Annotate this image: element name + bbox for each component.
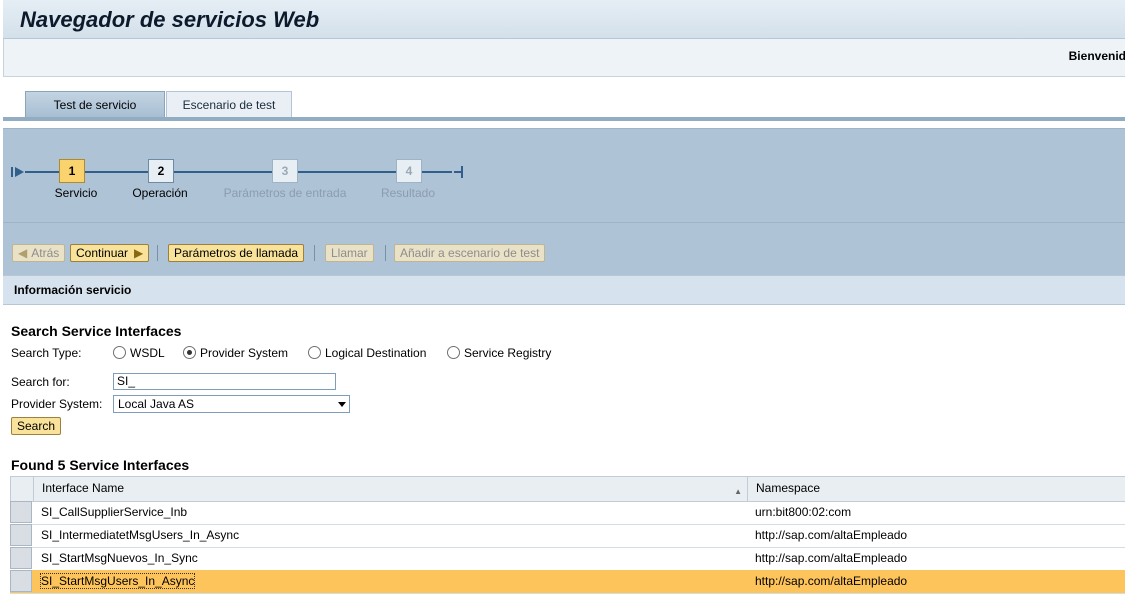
- roadmap-step-3: 3: [272, 159, 298, 183]
- roadmap-end-icon: [454, 166, 464, 178]
- radio-provider-system[interactable]: Provider System: [183, 346, 288, 360]
- row-selector[interactable]: [10, 524, 32, 546]
- column-header-namespace[interactable]: Namespace: [747, 476, 1125, 502]
- radio-circle-icon[interactable]: [447, 346, 460, 359]
- namespace-cell: http://sap.com/altaEmpleado: [755, 574, 908, 588]
- search-button[interactable]: Search: [11, 417, 62, 435]
- table-row[interactable]: SI_IntermediatetMsgUsers_In_Async http:/…: [10, 524, 1125, 548]
- radio-wsdl[interactable]: WSDL: [113, 346, 165, 360]
- toolbar-separator: [385, 245, 386, 261]
- welcome-text: Bienvenid: [1068, 49, 1125, 63]
- page-title: Navegador de servicios Web: [20, 7, 320, 32]
- provider-system-value: Local Java AS: [118, 397, 195, 411]
- section-header: Información servicio: [3, 275, 1125, 305]
- roadmap-step-4: 4: [396, 159, 422, 183]
- continue-label: Continuar: [76, 246, 129, 260]
- arrow-right-icon: ▶: [134, 246, 144, 260]
- table-row-selected[interactable]: SI_StartMsgUsers_In_Async http://sap.com…: [10, 570, 1125, 594]
- welcome-bar: Bienvenid: [3, 39, 1125, 77]
- namespace-cell: http://sap.com/altaEmpleado: [755, 551, 908, 565]
- sort-ascending-icon[interactable]: ▲: [734, 487, 742, 496]
- table-row[interactable]: SI_CallSupplierService_Inb urn:bit800:02…: [10, 501, 1125, 525]
- roadmap-step-1[interactable]: 1: [59, 159, 85, 183]
- column-header-interface-name[interactable]: Interface Name ▲: [33, 476, 748, 502]
- roadmap-line: [25, 171, 452, 173]
- radio-circle-icon[interactable]: [183, 346, 196, 359]
- section-title: Información servicio: [14, 283, 132, 297]
- interface-name-cell[interactable]: SI_StartMsgNuevos_In_Sync: [41, 547, 198, 570]
- radio-logical-destination[interactable]: Logical Destination: [308, 346, 426, 360]
- roadmap-label-parametros: Parámetros de entrada: [223, 186, 347, 200]
- tab-underline: [3, 117, 1125, 121]
- search-type-label: Search Type:: [11, 346, 82, 360]
- radio-label: WSDL: [130, 346, 165, 360]
- continue-button[interactable]: Continuar ▶: [70, 244, 150, 262]
- roadmap-label-servicio[interactable]: Servicio: [41, 186, 111, 200]
- row-selector[interactable]: [10, 501, 32, 523]
- select-all-header[interactable]: [10, 476, 34, 502]
- radio-circle-icon[interactable]: [308, 346, 321, 359]
- arrow-left-icon: ◀: [18, 246, 28, 260]
- roadmap: 1 2 3 4 Servicio Operación Parámetros de…: [3, 128, 1125, 222]
- chevron-down-icon[interactable]: [338, 402, 346, 407]
- radio-label: Service Registry: [464, 346, 552, 360]
- radio-label: Logical Destination: [325, 346, 427, 360]
- table-row[interactable]: SI_StartMsgNuevos_In_Sync http://sap.com…: [10, 547, 1125, 571]
- radio-service-registry[interactable]: Service Registry: [447, 346, 551, 360]
- tab-escenario-de-test[interactable]: Escenario de test: [166, 91, 292, 118]
- roadmap-step-2[interactable]: 2: [148, 159, 174, 183]
- interface-name-cell[interactable]: SI_StartMsgUsers_In_Async: [39, 573, 196, 589]
- back-button: ◀ Atrás: [12, 244, 66, 262]
- add-to-scenario-button: Añadir a escenario de test: [394, 244, 546, 262]
- app-header: Navegador de servicios Web: [3, 0, 1125, 39]
- roadmap-label-operacion[interactable]: Operación: [125, 186, 195, 200]
- column-header-label: Namespace: [756, 481, 821, 495]
- provider-system-select[interactable]: Local Java AS: [113, 395, 350, 413]
- back-label: Atrás: [31, 246, 60, 260]
- search-input[interactable]: SI_: [113, 373, 336, 390]
- search-heading: Search Service Interfaces: [11, 323, 182, 339]
- namespace-cell: urn:bit800:02:com: [755, 505, 852, 519]
- results-heading: Found 5 Service Interfaces: [11, 457, 190, 473]
- interface-name-cell[interactable]: SI_CallSupplierService_Inb: [41, 501, 187, 524]
- row-selector[interactable]: [10, 547, 32, 569]
- provider-system-label: Provider System:: [11, 397, 103, 411]
- row-selector[interactable]: [10, 570, 32, 592]
- column-header-label: Interface Name: [42, 481, 125, 495]
- interface-name-cell[interactable]: SI_IntermediatetMsgUsers_In_Async: [41, 524, 239, 547]
- search-for-label: Search for:: [11, 375, 70, 389]
- tab-test-de-servicio[interactable]: Test de servicio: [25, 91, 165, 118]
- call-button: Llamar: [325, 244, 374, 262]
- radio-circle-icon[interactable]: [113, 346, 126, 359]
- namespace-cell: http://sap.com/altaEmpleado: [755, 528, 908, 542]
- call-parameters-button[interactable]: Parámetros de llamada: [168, 244, 305, 262]
- roadmap-start-icon: [11, 166, 25, 178]
- toolbar: ◀ Atrás Continuar ▶ Parámetros de llamada …: [3, 222, 1125, 275]
- roadmap-label-resultado: Resultado: [380, 186, 436, 200]
- toolbar-separator: [157, 245, 158, 261]
- radio-label: Provider System: [200, 346, 289, 360]
- toolbar-separator: [314, 245, 315, 261]
